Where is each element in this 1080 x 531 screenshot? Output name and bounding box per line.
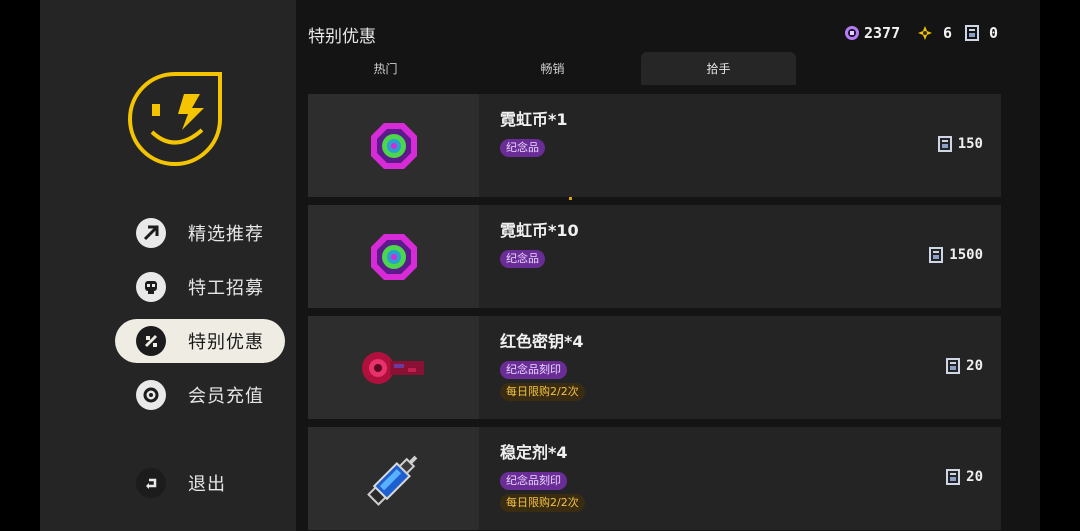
item-price-value: 20 <box>966 358 983 374</box>
ticket-icon <box>929 247 944 263</box>
membership-icon <box>136 380 166 410</box>
daily-limit-badge: 每日限购2/2次 <box>500 383 585 401</box>
left-letterbox <box>0 0 40 531</box>
tab-bestseller[interactable]: 畅销 <box>475 52 630 85</box>
currency-gold-gear: 6 <box>917 24 952 42</box>
item-tag-badge: 纪念品 <box>500 250 545 268</box>
tab-hot-label: 热门 <box>373 62 398 76</box>
currency-neon-coin-value: 2377 <box>864 24 901 42</box>
ticket-icon <box>946 469 961 485</box>
nav-item-membership[interactable]: 会员充值 <box>115 373 285 417</box>
agent-recruit-icon <box>136 272 166 302</box>
item-thumbnail <box>308 427 479 530</box>
item-thumbnail <box>308 94 479 197</box>
exit-button[interactable]: 退出 <box>115 461 285 505</box>
daily-limit-badge: 每日限购2/2次 <box>500 494 585 512</box>
ticket-icon <box>965 25 979 41</box>
item-name: 霓虹币*10 <box>500 221 579 240</box>
item-price[interactable]: 1500 <box>929 247 983 263</box>
shop-item-card[interactable]: 红色密钥*4 纪念品刻印 每日限购2/2次 20 <box>308 316 1001 419</box>
recommend-icon <box>136 218 166 248</box>
category-tabs: 热门 畅销 拾手 <box>308 52 1000 85</box>
stabilizer-syringe-icon <box>366 455 417 506</box>
nav-label-special-offer: 特别优惠 <box>188 332 264 353</box>
sparkle <box>569 197 572 200</box>
ticket-icon <box>946 358 961 374</box>
nav-item-recommend[interactable]: 精选推荐 <box>115 211 285 255</box>
item-price-value: 150 <box>957 136 983 152</box>
nav-label-recommend: 精选推荐 <box>188 224 264 245</box>
page-title: 特别优惠 <box>308 27 376 47</box>
item-thumbnail <box>308 316 479 419</box>
item-tag-badge: 纪念品刻印 <box>500 472 567 490</box>
exit-label: 退出 <box>188 474 226 495</box>
nav-item-agent-recruit[interactable]: 特工招募 <box>115 265 285 309</box>
shop-item-card[interactable]: 霓虹币*10 纪念品 1500 <box>308 205 1001 308</box>
red-key-icon <box>361 351 424 384</box>
currency-ticket: 0 <box>965 24 998 42</box>
shop-item-card[interactable]: 稳定剂*4 纪念品刻印 每日限购2/2次 20 <box>308 427 1001 530</box>
item-price-value: 20 <box>966 469 983 485</box>
currency-gold-gear-value: 6 <box>943 24 953 42</box>
tab-active-label: 拾手 <box>706 62 731 76</box>
item-name: 红色密钥*4 <box>500 332 584 351</box>
neon-coin-icon <box>370 122 417 169</box>
item-thumbnail <box>308 205 479 308</box>
item-price[interactable]: 150 <box>937 136 983 152</box>
neon-coin-icon <box>845 26 859 40</box>
item-price-value: 1500 <box>949 247 983 263</box>
ticket-icon <box>937 136 952 152</box>
gold-gear-icon <box>918 26 932 40</box>
special-offer-icon <box>136 326 166 356</box>
currency-neon-coin: 2377 <box>844 24 900 42</box>
item-tag-badge: 纪念品刻印 <box>500 361 567 379</box>
item-tag-badge: 纪念品 <box>500 139 545 157</box>
nav-item-special-offer[interactable]: 特别优惠 <box>115 319 285 363</box>
shop-item-card[interactable]: 霓虹币*1 纪念品 150 <box>308 94 1001 197</box>
item-name: 稳定剂*4 <box>500 443 568 462</box>
item-name: 霓虹币*1 <box>500 110 568 129</box>
item-price[interactable]: 20 <box>946 358 983 374</box>
currency-ticket-value: 0 <box>989 24 999 42</box>
neon-coin-icon <box>370 233 417 280</box>
tab-active[interactable]: 拾手 <box>641 52 796 85</box>
tab-bestseller-label: 畅销 <box>540 62 565 76</box>
right-letterbox <box>1040 0 1080 531</box>
tab-hot[interactable]: 热门 <box>308 52 463 85</box>
item-price[interactable]: 20 <box>946 469 983 485</box>
nav-label-membership: 会员充值 <box>188 386 264 407</box>
nav-label-agent-recruit: 特工招募 <box>188 278 264 299</box>
smiley-lightning-logo-icon <box>127 72 222 167</box>
exit-icon <box>136 468 166 498</box>
